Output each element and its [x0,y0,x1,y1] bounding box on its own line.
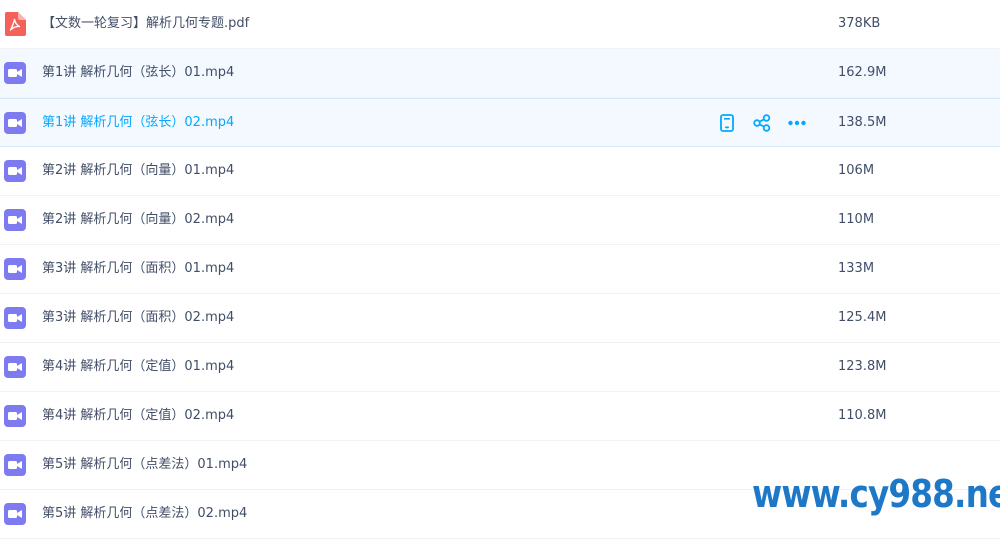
file-row-selected[interactable]: 第1讲 解析几何（弦长）02.mp4 138.5M [0,98,1000,147]
file-size: 123.8M [838,359,887,374]
phone-icon[interactable] [716,112,738,134]
file-size: 110.8M [838,408,887,423]
file-size: 110M [838,212,875,227]
video-icon [4,453,26,477]
video-icon [4,502,26,526]
file-name[interactable]: 第2讲 解析几何（向量）02.mp4 [42,211,234,229]
file-name[interactable]: 【文数一轮复习】解析几何专题.pdf [42,15,249,33]
video-icon [4,111,26,135]
file-row[interactable]: 第2讲 解析几何（向量）01.mp4 106M [0,147,1000,196]
watermark-text: www.cy988.net [752,472,1000,516]
more-icon[interactable] [786,112,808,134]
file-row[interactable]: 第2讲 解析几何（向量）02.mp4 110M [0,196,1000,245]
file-name[interactable]: 第1讲 解析几何（弦长）02.mp4 [42,114,234,132]
video-icon [4,306,26,330]
file-size: 133M [838,261,875,276]
pdf-icon [4,12,26,36]
video-icon [4,257,26,281]
file-list: 【文数一轮复习】解析几何专题.pdf 378KB 第1讲 解析几何（弦长）01.… [0,0,1000,539]
file-size: 106M [838,163,875,178]
file-name[interactable]: 第4讲 解析几何（定值）02.mp4 [42,407,234,425]
video-icon [4,208,26,232]
video-icon [4,159,26,183]
video-icon [4,61,26,85]
video-icon [4,355,26,379]
row-actions [716,112,808,134]
file-size: 138.5M [838,115,887,130]
share-icon[interactable] [751,112,773,134]
file-row[interactable]: 第3讲 解析几何（面积）01.mp4 133M [0,245,1000,294]
file-name[interactable]: 第1讲 解析几何（弦长）01.mp4 [42,64,234,82]
file-size: 378KB [838,16,881,31]
video-icon [4,404,26,428]
file-name[interactable]: 第2讲 解析几何（向量）01.mp4 [42,162,234,180]
file-name[interactable]: 第3讲 解析几何（面积）01.mp4 [42,260,234,278]
file-name[interactable]: 第5讲 解析几何（点差法）01.mp4 [42,456,247,474]
file-row[interactable]: 第3讲 解析几何（面积）02.mp4 125.4M [0,294,1000,343]
file-name[interactable]: 第4讲 解析几何（定值）01.mp4 [42,358,234,376]
file-size: 162.9M [838,65,887,80]
file-row[interactable]: 【文数一轮复习】解析几何专题.pdf 378KB [0,0,1000,49]
file-row[interactable]: 第4讲 解析几何（定值）02.mp4 110.8M [0,392,1000,441]
file-name[interactable]: 第3讲 解析几何（面积）02.mp4 [42,309,234,327]
file-row[interactable]: 第4讲 解析几何（定值）01.mp4 123.8M [0,343,1000,392]
file-row[interactable]: 第1讲 解析几何（弦长）01.mp4 162.9M [0,49,1000,98]
file-size: 125.4M [838,310,887,325]
file-name[interactable]: 第5讲 解析几何（点差法）02.mp4 [42,505,247,523]
